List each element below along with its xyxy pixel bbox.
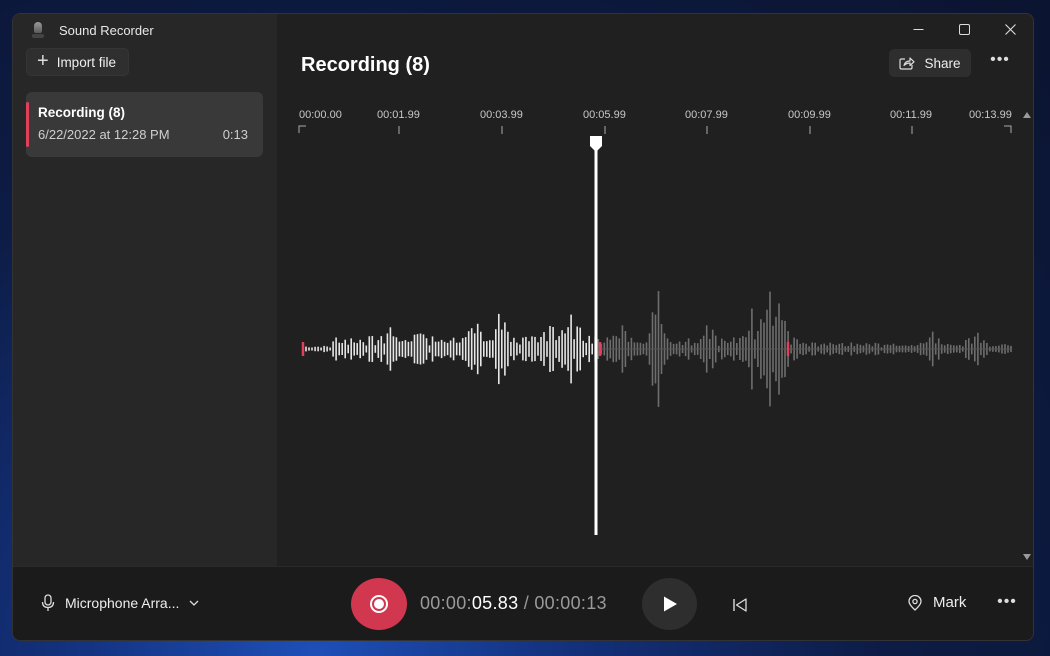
timeline-tick-label: 00:03.99 <box>480 109 523 121</box>
record-button[interactable] <box>351 578 407 630</box>
record-icon <box>370 595 388 613</box>
sound-recorder-window: Sound Recorder + Import file Recording (… <box>12 13 1034 641</box>
microphone-icon <box>41 594 55 611</box>
scroll-down-icon[interactable] <box>1022 553 1032 561</box>
timeline-tick-label: 00:09.99 <box>788 109 831 121</box>
time-prefix: 00:00: <box>420 593 472 613</box>
play-icon <box>663 596 677 612</box>
timeline-waveform[interactable]: 00:00.00 00:01.99 00:03.99 00:05.99 00:07.99… <box>13 14 1034 566</box>
timeline-tick-label: 00:00.00 <box>299 109 342 121</box>
timeline-tick-label: 00:05.99 <box>583 109 626 121</box>
time-separator: / <box>523 593 530 613</box>
timeline-ticks: 00:00.00 00:01.99 00:03.99 00:05.99 00:07.99… <box>298 109 1012 134</box>
play-button[interactable] <box>642 578 697 630</box>
playhead-handle <box>590 136 602 152</box>
playhead[interactable] <box>590 136 602 535</box>
microphone-select[interactable]: Microphone Arra... <box>41 594 199 612</box>
timeline-tick-label: 00:13.99 <box>969 109 1012 121</box>
range-end-bracket <box>1004 125 1012 133</box>
scroll-up-icon[interactable] <box>1022 111 1032 119</box>
skip-back-icon <box>733 598 747 612</box>
time-current: 05.83 <box>471 593 519 613</box>
time-total: 00:00:13 <box>534 593 607 613</box>
timeline-tick-label: 00:11.99 <box>890 109 932 121</box>
microphone-label: Microphone Arra... <box>65 595 180 611</box>
skip-to-start-button[interactable] <box>729 594 751 616</box>
playback-time: 00:00:05.83 / 00:00:13 <box>420 593 607 614</box>
range-start-bracket <box>298 125 306 133</box>
mark-label: Mark <box>933 594 967 611</box>
waveform <box>301 291 1012 407</box>
chevron-down-icon <box>189 600 199 606</box>
playback-bar: Microphone Arra... 00:00:05.83 / 00:00:1… <box>13 566 1033 640</box>
more-playback-options-button[interactable]: ••• <box>997 594 1017 611</box>
mark-button[interactable]: Mark <box>907 594 966 611</box>
timeline-tick-label: 00:07.99 <box>685 109 728 121</box>
location-marker-icon <box>908 594 922 611</box>
more-horizontal-icon: ••• <box>997 593 1017 610</box>
timeline-tick-label: 00:01.99 <box>377 109 420 121</box>
